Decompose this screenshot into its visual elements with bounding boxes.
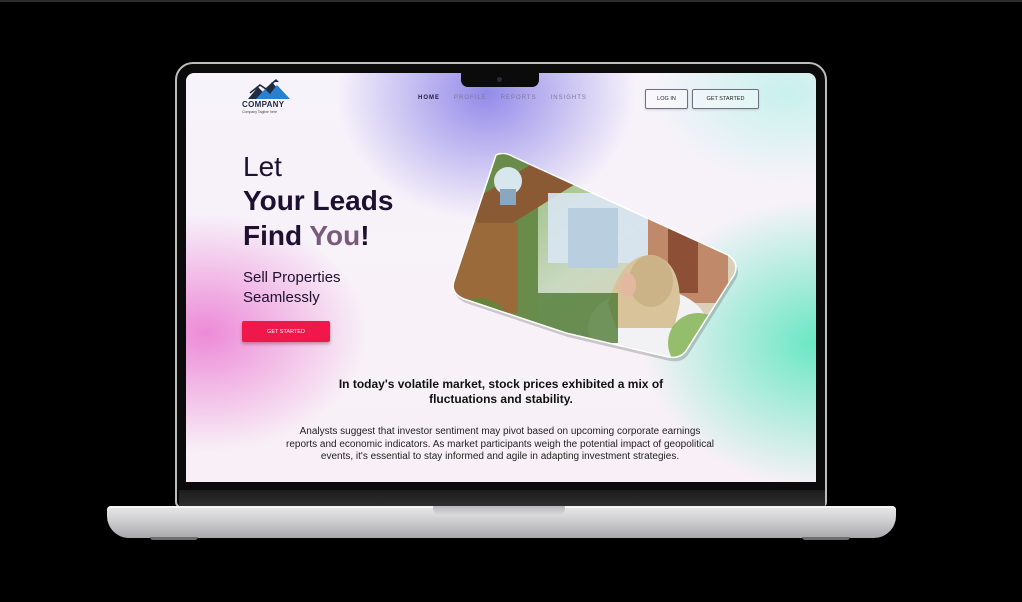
hero-title-line-3: Find You! bbox=[243, 220, 370, 252]
window-top-border bbox=[0, 0, 1022, 2]
main-nav: HOME PROFILE REPORTS INSIGHTS bbox=[418, 95, 587, 101]
nav-item-profile[interactable]: PROFILE bbox=[454, 95, 487, 101]
hero-title-you: You bbox=[309, 220, 361, 251]
get-started-cta-button[interactable]: GET STARTED bbox=[242, 321, 330, 342]
nav-item-reports[interactable]: REPORTS bbox=[501, 95, 537, 101]
laptop-hinge bbox=[179, 490, 825, 506]
nav-item-home[interactable]: HOME bbox=[418, 95, 440, 101]
mountain-logo-icon bbox=[248, 79, 290, 99]
market-paragraph: Analysts suggest that investor sentiment… bbox=[285, 426, 714, 462]
hero-title-line-2: Your Leads bbox=[243, 185, 394, 216]
laptop-foot-right bbox=[802, 537, 850, 540]
company-tagline: Company Tagline here bbox=[242, 110, 277, 114]
hero-subtitle-line-1: Sell Properties bbox=[243, 269, 341, 286]
laptop-screen: COMPANY Company Tagline here HOME PROFIL… bbox=[186, 73, 816, 482]
hero-title-exclaim: ! bbox=[360, 220, 370, 251]
hero-title-line-1: Let bbox=[243, 151, 282, 182]
get-started-nav-button[interactable]: GET STARTED bbox=[692, 89, 759, 109]
login-button[interactable]: LOG IN bbox=[645, 89, 688, 109]
company-logo[interactable]: COMPANY Company Tagline here bbox=[242, 79, 298, 114]
camera-icon bbox=[497, 77, 502, 82]
camera-notch bbox=[461, 73, 539, 87]
company-name: COMPANY bbox=[242, 100, 285, 109]
nav-item-insights[interactable]: INSIGHTS bbox=[551, 95, 587, 101]
hero-photo-image bbox=[452, 153, 738, 362]
laptop-foot-left bbox=[150, 537, 198, 540]
hero-title-find: Find bbox=[243, 220, 310, 251]
hero-subtitle-line-2: Seamlessly bbox=[243, 289, 320, 306]
laptop-trackpad-groove bbox=[433, 506, 565, 516]
market-headline: In today's volatile market, stock prices… bbox=[338, 377, 664, 406]
